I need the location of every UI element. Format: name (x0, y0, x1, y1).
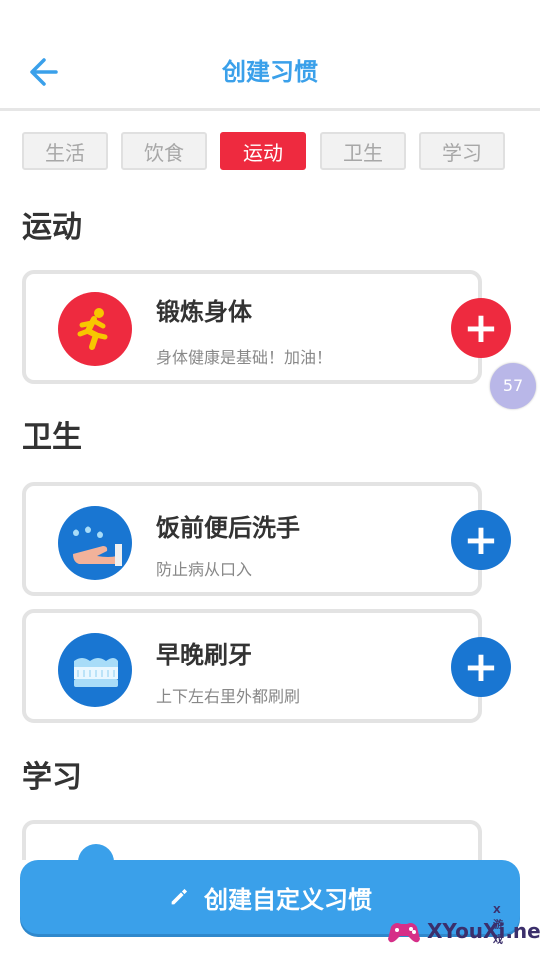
add-habit-button[interactable]: + (451, 637, 511, 697)
tab-life[interactable]: 生活 (22, 132, 108, 170)
toothbrush-icon (58, 633, 132, 707)
habit-name: 早晚刷牙 (156, 641, 252, 669)
habit-desc: 上下左右里外都刷刷 (156, 687, 301, 706)
section-title-sport: 运动 (22, 210, 82, 245)
habit-name: 锻炼身体 (156, 298, 252, 326)
section-title-hygiene: 卫生 (22, 420, 82, 455)
runner-icon (58, 292, 132, 366)
gamepad-icon (388, 923, 420, 943)
habit-card-toothbrush[interactable]: 早晚刷牙 上下左右里外都刷刷 (22, 609, 482, 723)
add-habit-button[interactable]: + (451, 298, 511, 358)
category-tabs: 生活 饮食 运动 卫生 学习 (22, 132, 512, 172)
tab-diet[interactable]: 饮食 (121, 132, 207, 170)
watermark-big-text: XYouXi.net (427, 919, 540, 943)
habit-name: 饭前便后洗手 (156, 514, 300, 542)
tab-study[interactable]: 学习 (419, 132, 505, 170)
app-header: 创建习惯 (0, 0, 540, 111)
pencil-icon (171, 888, 188, 905)
section-title-study: 学习 (22, 760, 82, 795)
add-habit-button[interactable]: + (451, 510, 511, 570)
tab-sport[interactable]: 运动 (220, 132, 306, 170)
tab-hygiene[interactable]: 卫生 (320, 132, 406, 170)
habit-card-handwash[interactable]: 饭前便后洗手 防止病从口入 (22, 482, 482, 596)
page-title: 创建习惯 (222, 58, 318, 86)
habit-desc: 防止病从口入 (156, 560, 253, 579)
floating-badge[interactable]: 57 (490, 363, 536, 409)
habit-card-exercise[interactable]: 锻炼身体 身体健康是基础！加油！ (22, 270, 482, 384)
create-custom-habit-label: 创建自定义习惯 (204, 885, 372, 914)
habit-desc: 身体健康是基础！加油！ (156, 348, 333, 367)
habit-card-partial[interactable] (22, 820, 482, 864)
handwash-icon (58, 506, 132, 580)
